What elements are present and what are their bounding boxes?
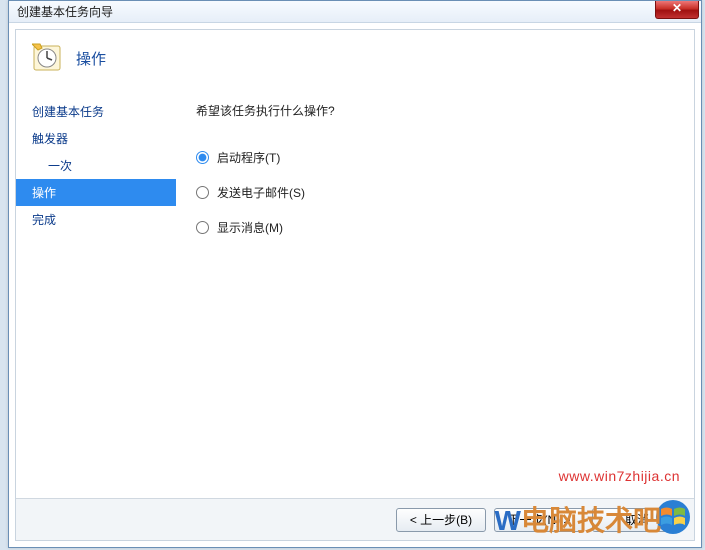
next-button[interactable]: 下一步(N) >	[494, 508, 584, 532]
wizard-header: 操作	[16, 30, 694, 92]
wizard-body: 操作 创建基本任务 触发器 一次 操作 完成 希望该任务执行什么操作? 启动程序…	[15, 29, 695, 541]
window-title: 创建基本任务向导	[17, 3, 113, 20]
radio-send-email[interactable]	[196, 186, 209, 199]
radio-start-program[interactable]	[196, 151, 209, 164]
back-button[interactable]: < 上一步(B)	[396, 508, 486, 532]
wizard-main: 希望该任务执行什么操作? 启动程序(T) 发送电子邮件(S) 显示消息(M)	[176, 92, 694, 498]
wizard-steps-sidebar: 创建基本任务 触发器 一次 操作 完成	[16, 92, 176, 498]
step-action[interactable]: 操作	[16, 179, 176, 206]
clock-task-icon	[32, 42, 64, 74]
option-start-program-label: 启动程序(T)	[217, 149, 280, 166]
watermark-url: www.win7zhijia.cn	[559, 468, 680, 484]
option-show-message[interactable]: 显示消息(M)	[196, 219, 674, 236]
step-create-task[interactable]: 创建基本任务	[16, 98, 176, 125]
option-start-program[interactable]: 启动程序(T)	[196, 149, 674, 166]
option-send-email-label: 发送电子邮件(S)	[217, 184, 305, 201]
action-question: 希望该任务执行什么操作?	[196, 102, 674, 119]
option-show-message-label: 显示消息(M)	[217, 219, 283, 236]
step-once[interactable]: 一次	[16, 152, 176, 179]
wizard-content: 创建基本任务 触发器 一次 操作 完成 希望该任务执行什么操作? 启动程序(T)…	[16, 92, 694, 498]
radio-show-message[interactable]	[196, 221, 209, 234]
step-finish[interactable]: 完成	[16, 206, 176, 233]
step-trigger[interactable]: 触发器	[16, 125, 176, 152]
wizard-footer: < 上一步(B) 下一步(N) > 取消	[16, 498, 694, 540]
windows-logo-icon	[655, 499, 691, 535]
close-button[interactable]: ✕	[655, 1, 699, 19]
option-send-email[interactable]: 发送电子邮件(S)	[196, 184, 674, 201]
titlebar: 创建基本任务向导 ✕	[9, 1, 701, 23]
page-title: 操作	[76, 48, 106, 69]
wizard-window: 创建基本任务向导 ✕ 操作 创建基本任务 触发器 一次 操作 完	[8, 0, 702, 548]
